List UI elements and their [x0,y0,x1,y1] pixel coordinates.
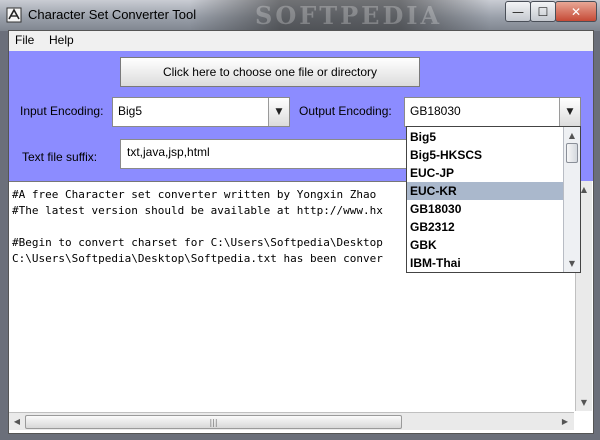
dropdown-scrollbar[interactable]: ▲ ▼ [563,127,580,272]
log-line: #A free Character set converter written … [12,188,377,201]
dropdown-option[interactable]: GBK [407,236,563,254]
log-line: #The latest version should be available … [12,204,383,217]
scroll-up-icon[interactable]: ▲ [565,128,579,142]
dropdown-option[interactable]: GB18030 [407,200,563,218]
dropdown-option[interactable]: IBM-Thai [407,254,563,272]
close-button[interactable]: ✕ [555,1,597,22]
chevron-down-icon[interactable]: ▼ [268,98,289,126]
horizontal-scroll-thumb[interactable]: ||| [25,415,402,429]
minimize-button[interactable]: — [505,1,531,22]
scroll-down-icon[interactable]: ▼ [577,395,591,409]
scroll-right-icon[interactable]: ▶ [558,414,572,428]
input-encoding-label: Input Encoding: [20,104,104,118]
output-encoding-select[interactable]: GB18030 ▼ [404,97,581,127]
window-title: Character Set Converter Tool [28,7,197,22]
input-encoding-select[interactable]: Big5 ▼ [112,97,290,127]
suffix-label: Text file suffix: [22,150,98,164]
app-icon [6,7,22,23]
watermark: SOFTPEDIA [255,1,443,30]
log-horizontal-scrollbar[interactable]: ◀ ||| ▶ [9,412,574,430]
dropdown-option-highlighted[interactable]: EUC-KR [407,182,563,200]
input-encoding-value: Big5 [118,104,143,118]
dropdown-option[interactable]: Big5-HKSCS [407,146,563,164]
output-encoding-label: Output Encoding: [299,104,392,118]
dropdown-option[interactable]: Big5 [407,128,563,146]
dropdown-option[interactable]: GB2312 [407,218,563,236]
choose-file-button[interactable]: Click here to choose one file or directo… [120,57,420,87]
dropdown-option[interactable]: EUC-JP [407,164,563,182]
app-window: Character Set Converter Tool SOFTPEDIA —… [0,0,600,440]
dropdown-option-label: IBM-Thai [410,256,461,270]
dropdown-scroll-thumb[interactable] [566,143,578,163]
dropdown-option-label: GBK [410,238,437,252]
title-bar[interactable]: Character Set Converter Tool SOFTPEDIA —… [0,0,600,31]
scroll-left-icon[interactable]: ◀ [10,414,24,428]
log-line: #Begin to convert charset for C:\Users\S… [12,236,383,249]
dropdown-option-label: GB18030 [410,202,462,216]
menu-bar: File Help [9,31,593,51]
menu-file[interactable]: File [15,33,34,47]
client-area: File Help Click here to choose one file … [8,30,594,434]
output-encoding-dropdown-list[interactable]: Big5 Big5-HKSCS EUC-JP EUC-KR GB18030 GB… [406,126,581,273]
dropdown-option-label: EUC-JP [410,166,455,180]
dropdown-option-label: EUC-KR [410,184,457,198]
suffix-input[interactable] [125,144,399,160]
dropdown-option-label: Big5 [410,130,437,144]
log-line: C:\Users\Softpedia\Desktop\Softpedia.txt… [12,252,383,265]
scroll-down-icon[interactable]: ▼ [565,256,579,270]
suffix-field[interactable] [120,139,408,169]
dropdown-option-label: GB2312 [410,220,455,234]
dropdown-option-label: Big5-HKSCS [410,148,483,162]
menu-help[interactable]: Help [49,33,74,47]
maximize-button[interactable]: ☐ [530,1,556,22]
output-encoding-value: GB18030 [410,104,461,118]
chevron-down-icon[interactable]: ▼ [559,98,580,126]
